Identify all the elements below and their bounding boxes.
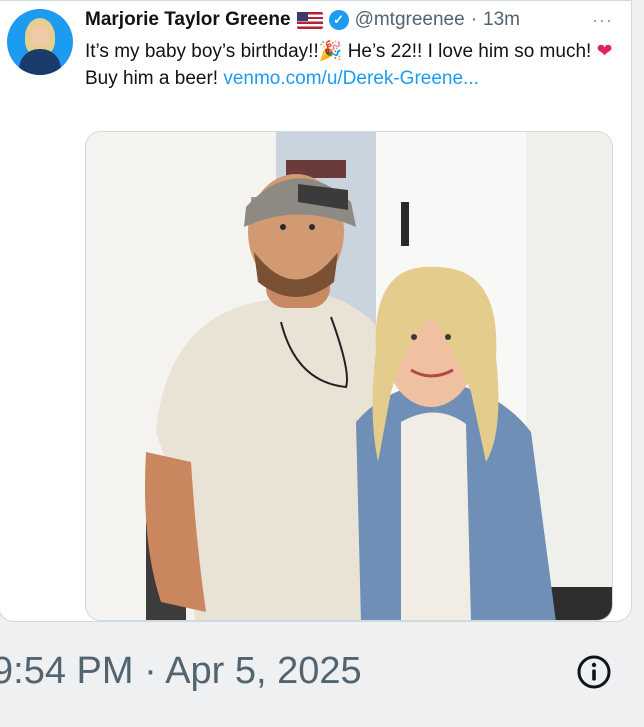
tweet-text-part3: Buy him a beer! [85, 68, 224, 89]
photo-illustration [86, 132, 612, 620]
avatar-jacket [19, 49, 61, 75]
separator-dot: · [470, 9, 478, 30]
avatar[interactable] [7, 9, 73, 75]
us-flag-icon [296, 11, 323, 29]
tweet-footer: 9:54 PM · Apr 5, 2025 [0, 646, 644, 696]
relative-time[interactable]: 13m [483, 9, 520, 31]
tweet-card[interactable]: Marjorie Taylor Greene ✓ @mtgreenee · 13… [0, 0, 632, 622]
tweet-photo[interactable] [85, 131, 613, 621]
more-options-icon[interactable]: ··· [592, 10, 613, 31]
author-handle[interactable]: @mtgreenee [355, 9, 465, 31]
author-name[interactable]: Marjorie Taylor Greene [85, 9, 291, 31]
info-icon[interactable] [576, 654, 612, 690]
tweet-header: Marjorie Taylor Greene ✓ @mtgreenee · 13… [85, 9, 613, 31]
heart-icon: ❤ [596, 40, 613, 62]
tweet-timestamp[interactable]: 9:54 PM · Apr 5, 2025 [0, 650, 362, 693]
tweet-text-part1: It’s my baby boy’s birthday!! [85, 41, 319, 62]
tweet-text: It’s my baby boy’s birthday!!🎉 He’s 22!!… [85, 38, 615, 92]
party-popper-icon: 🎉 [318, 40, 343, 62]
tweet-text-part2: He’s 22!! I love him so much! [342, 41, 597, 62]
venmo-link[interactable]: venmo.com/u/Derek-Greene... [223, 68, 479, 89]
avatar-face [31, 25, 49, 47]
verified-badge-icon[interactable]: ✓ [328, 10, 349, 30]
